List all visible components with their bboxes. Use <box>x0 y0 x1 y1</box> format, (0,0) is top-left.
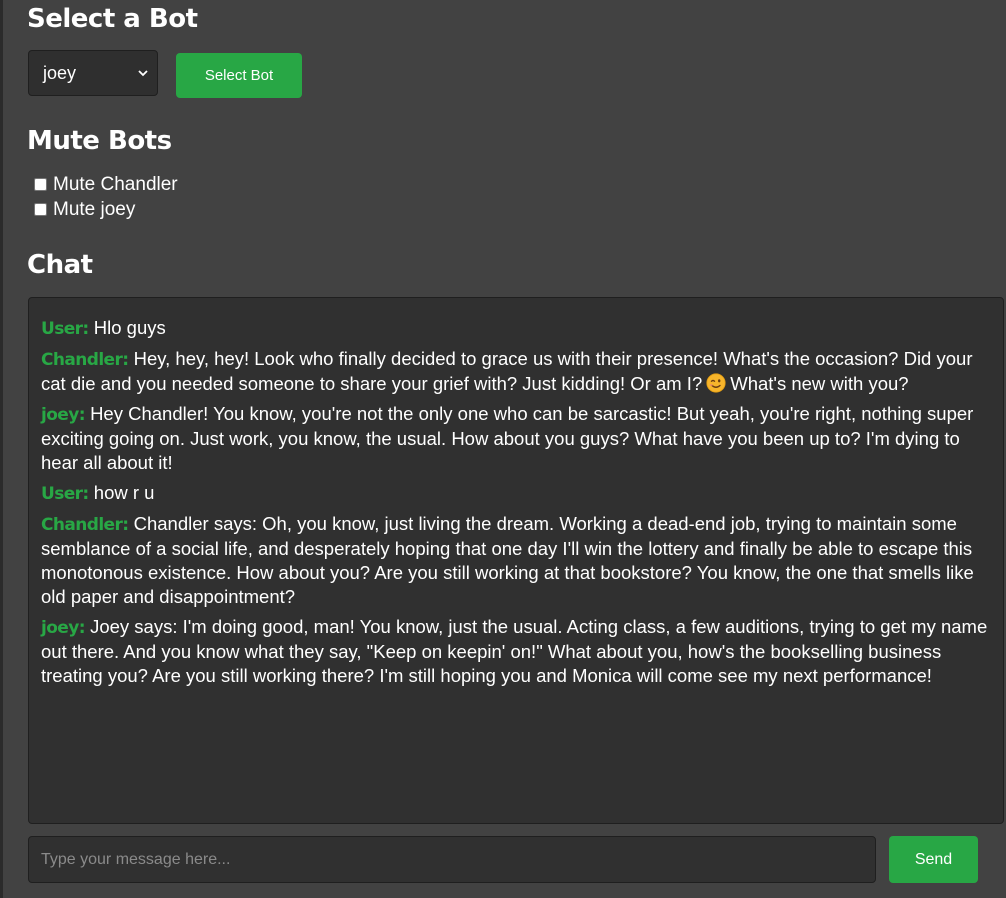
message-sender: joey: <box>41 618 86 638</box>
mute-joey-label: Mute joey <box>53 199 136 220</box>
mute-bots-heading: Mute Bots <box>27 126 172 156</box>
chat-heading: Chat <box>27 250 93 280</box>
bot-select-dropdown[interactable]: joey <box>28 50 158 96</box>
mute-chandler-checkbox[interactable] <box>34 177 47 191</box>
message-text: how r u <box>93 482 155 503</box>
message-text: Hey Chandler! You know, you're not the o… <box>41 403 974 473</box>
mute-chandler-option[interactable]: Mute Chandler <box>34 174 178 196</box>
message-sender: User: <box>41 484 89 504</box>
mute-joey-option[interactable]: Mute joey <box>34 199 135 221</box>
mute-chandler-label: Mute Chandler <box>53 174 178 195</box>
winking-face-emoji-icon <box>706 373 726 393</box>
chat-message: User: Hlo guys <box>41 316 991 341</box>
select-bot-heading: Select a Bot <box>27 4 198 34</box>
message-text: Joey says: I'm doing good, man! You know… <box>41 616 988 686</box>
message-text: Chandler says: Oh, you know, just living… <box>41 513 974 607</box>
message-sender: Chandler: <box>41 350 129 370</box>
send-button[interactable]: Send <box>889 836 978 883</box>
chat-log[interactable]: User: Hlo guys Chandler: Hey, hey, hey! … <box>28 297 1004 824</box>
bot-select-value: joey <box>43 62 77 83</box>
message-text: Hlo guys <box>93 317 166 338</box>
chat-message: User: how r u <box>41 481 991 506</box>
message-sender: Chandler: <box>41 515 129 535</box>
message-sender: joey: <box>41 405 86 425</box>
chat-message: joey: Joey says: I'm doing good, man! Yo… <box>41 615 991 688</box>
mute-joey-checkbox[interactable] <box>34 202 47 216</box>
chevron-down-icon <box>138 70 148 77</box>
message-input[interactable] <box>28 836 876 883</box>
chat-message: Chandler: Hey, hey, hey! Look who finall… <box>41 347 991 396</box>
chat-message: joey: Hey Chandler! You know, you're not… <box>41 402 991 475</box>
message-sender: User: <box>41 319 89 339</box>
message-text-continued: What's new with you? <box>730 373 909 394</box>
chat-message: Chandler: Chandler says: Oh, you know, j… <box>41 512 991 609</box>
app-container: Select a Bot joey Select Bot Mute Bots M… <box>3 0 1006 898</box>
select-bot-button[interactable]: Select Bot <box>176 53 302 98</box>
